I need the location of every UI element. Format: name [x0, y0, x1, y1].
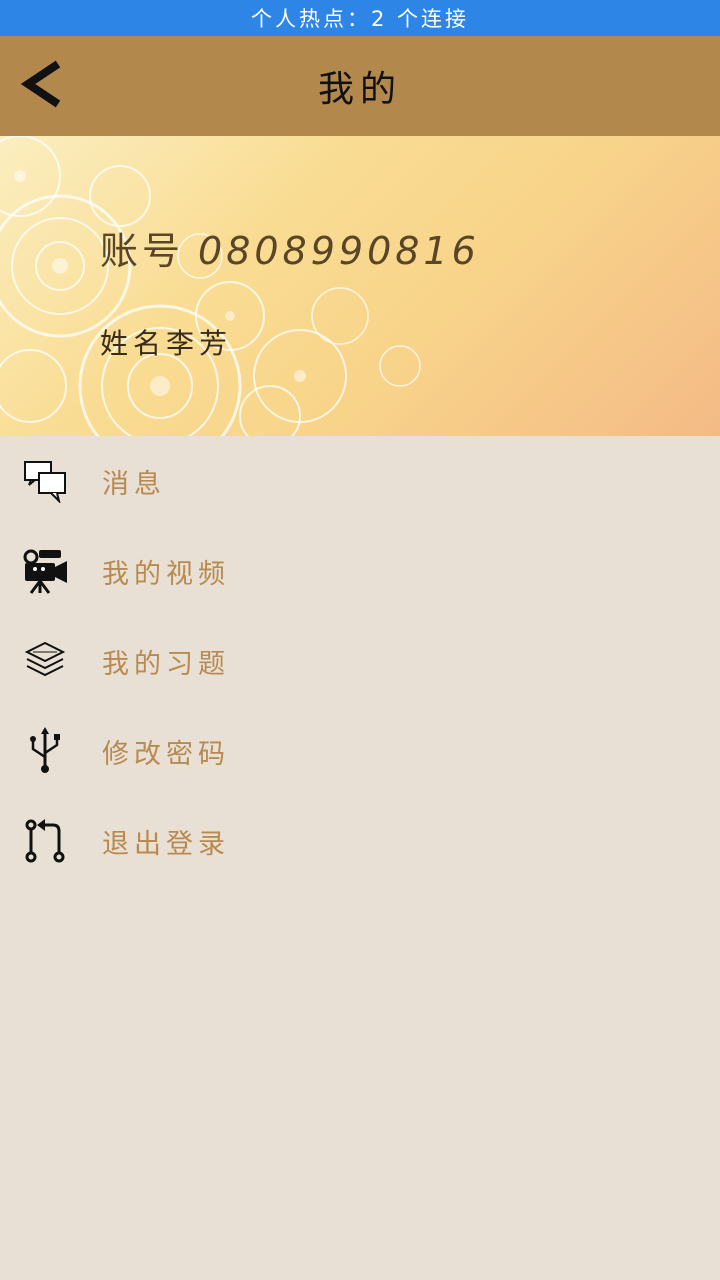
chevron-left-icon [20, 60, 64, 112]
menu-item-label: 退出登录 [102, 828, 230, 860]
account-label: 账号 [100, 229, 185, 273]
profile-header: 账号 0808990816 姓名李芳 [0, 136, 720, 436]
app-bar: 我的 [0, 36, 720, 136]
menu-item-label: 我的视频 [102, 558, 230, 590]
layers-icon [20, 636, 70, 686]
menu-item-label: 修改密码 [102, 738, 230, 770]
chat-bubbles-icon [20, 456, 70, 506]
menu-item-my-videos[interactable]: 我的视频 [0, 526, 720, 616]
account-number: 0808990816 [198, 229, 480, 273]
menu-list: 消息 我的视频 我的习题 修改密码 退出登录 [0, 436, 720, 886]
menu-item-logout[interactable]: 退出登录 [0, 796, 720, 886]
status-bar: 个人热点：2 个连接 [0, 0, 720, 36]
usb-icon [20, 726, 70, 776]
menu-item-label: 消息 [102, 468, 166, 500]
status-bar-text: 个人热点：2 个连接 [250, 7, 470, 31]
page-title: 我的 [317, 69, 402, 110]
menu-item-label: 我的习题 [102, 648, 230, 680]
name-info: 姓名李芳 [100, 322, 232, 362]
menu-item-my-exercises[interactable]: 我的习题 [0, 616, 720, 706]
account-info: 账号 0808990816 [100, 220, 480, 275]
lace-decoration [0, 136, 421, 436]
name-value: 李芳 [166, 327, 233, 360]
menu-item-change-password[interactable]: 修改密码 [0, 706, 720, 796]
name-label: 姓名 [100, 327, 167, 360]
back-button[interactable] [14, 58, 70, 114]
video-camera-icon [20, 546, 70, 596]
menu-item-messages[interactable]: 消息 [0, 436, 720, 526]
logout-arrow-icon [20, 816, 70, 866]
